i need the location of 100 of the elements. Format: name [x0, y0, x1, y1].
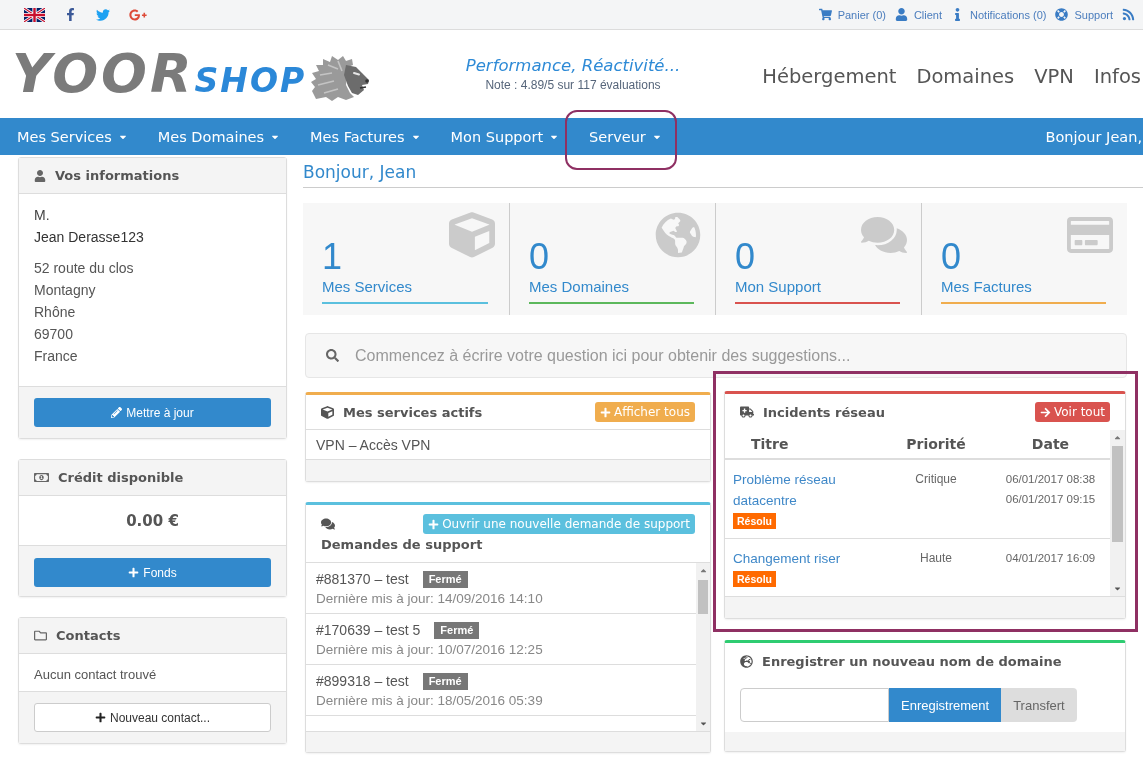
- date-text: 06/01/2017 09:15: [1005, 492, 1096, 507]
- lifebuoy-icon: [1055, 8, 1069, 21]
- banknote-icon: [34, 470, 49, 485]
- scrollbar[interactable]: [696, 563, 710, 731]
- user-icon: [34, 169, 46, 182]
- panel-title: Demandes de support: [321, 537, 483, 552]
- stat-link[interactable]: Mon Support: [735, 277, 821, 297]
- cart-icon: [818, 8, 832, 21]
- top-bar-link[interactable]: Panier (0): [818, 8, 886, 21]
- globe-icon: [740, 655, 753, 668]
- user-icon: [894, 8, 908, 21]
- ambulance-icon: [740, 405, 754, 419]
- cube-icon: [321, 405, 334, 419]
- nav-menu-item[interactable]: Mes Factures: [295, 118, 436, 155]
- rating-text: Note : 4.89/5 sur 117 évaluations: [485, 78, 661, 92]
- facebook-icon[interactable]: [64, 8, 77, 21]
- header-menu-link[interactable]: VPN: [1034, 64, 1074, 88]
- option-button[interactable]: Enregistrement: [889, 688, 1002, 722]
- scroll-up-icon[interactable]: [698, 566, 708, 575]
- service-item[interactable]: VPN – Accès VPN: [316, 436, 431, 453]
- scroll-down-icon[interactable]: [698, 719, 708, 728]
- search-input[interactable]: Commencez à écrire votre question ici pour obtenir des suggestions...: [355, 340, 1106, 371]
- search-icon: [326, 349, 339, 362]
- nav-menu-item[interactable]: Mon Support: [435, 118, 575, 155]
- empty-message: Aucun contact trouvé: [33, 666, 158, 684]
- top-bar-link[interactable]: Support: [1055, 8, 1113, 21]
- status-badge: Résolu: [733, 513, 776, 529]
- search-field[interactable]: Commencez à écrire votre question ici pour obtenir des suggestions...: [305, 333, 1127, 378]
- stat-link[interactable]: Mes Factures: [941, 277, 1032, 297]
- top-bar-link[interactable]: Client: [894, 8, 943, 21]
- stat-link[interactable]: Mes Domaines: [529, 277, 630, 297]
- domain-input[interactable]: [740, 688, 889, 722]
- add-funds-button[interactable]: Fonds: [34, 558, 271, 587]
- scrollbar-thumb[interactable]: [698, 580, 708, 614]
- status-badge: Fermé: [422, 672, 468, 690]
- panel-title: Crédit disponible: [58, 470, 184, 485]
- scroll-up-icon[interactable]: [1113, 433, 1122, 442]
- scrollbar[interactable]: [1110, 430, 1125, 596]
- nav-menu-item[interactable]: Mes Domaines: [142, 118, 296, 155]
- header-menu-link[interactable]: Hébergement: [762, 64, 897, 88]
- priority-text: Haute: [920, 550, 952, 567]
- status-badge: Fermé: [422, 570, 468, 588]
- panel-title: Contacts: [56, 628, 121, 643]
- stat-link[interactable]: Mes Services: [322, 277, 413, 297]
- view-all-button[interactable]: Voir tout: [1034, 402, 1110, 422]
- plus-icon: [599, 406, 611, 418]
- ticket-subject[interactable]: #881370 – test: [316, 569, 409, 589]
- stat-count: 0: [735, 237, 756, 277]
- credit-amount: 0.00 €: [125, 511, 180, 532]
- stat-count: 0: [941, 237, 962, 277]
- address-line: Rhône: [34, 303, 77, 322]
- client-name: Jean Derasse123: [34, 228, 145, 247]
- address-line: Montagny: [34, 281, 97, 300]
- uk-flag-icon[interactable]: [24, 7, 45, 22]
- status-badge: Résolu: [733, 571, 776, 587]
- stat-count: 1: [322, 237, 343, 277]
- plus-icon: [428, 518, 440, 530]
- page-greeting: Bonjour, Jean: [303, 161, 417, 183]
- date-text: 06/01/2017 08:38: [1005, 472, 1096, 487]
- chat-bubbles-icon: [321, 517, 335, 531]
- panel-title: Incidents réseau: [763, 404, 885, 420]
- salutation-text: M.: [34, 206, 51, 225]
- status-badge: Fermé: [434, 621, 480, 639]
- column-header: Titre: [751, 436, 789, 452]
- user-greeting[interactable]: Bonjour Jean,: [1045, 128, 1142, 145]
- twitter-icon[interactable]: [96, 7, 110, 22]
- cube-icon: [449, 212, 495, 258]
- nav-menu-item[interactable]: Mes Services: [2, 118, 143, 155]
- ticket-subject[interactable]: #170639 – test 5: [316, 620, 421, 640]
- arrow-right-icon: [1039, 406, 1051, 418]
- top-bar-link[interactable]: Notifications (0): [951, 8, 1047, 21]
- ticket-subject[interactable]: #899318 – test: [316, 671, 409, 691]
- date-text: 04/01/2017 16:09: [1005, 551, 1096, 566]
- option-button[interactable]: Transfert: [1001, 688, 1077, 722]
- incident-link[interactable]: Problème réseau datacentre: [733, 469, 881, 511]
- nav-menu-item[interactable]: Serveur: [574, 118, 677, 155]
- new-ticket-button[interactable]: Ouvrir une nouvelle demande de support: [423, 514, 695, 534]
- scroll-down-icon[interactable]: [1113, 584, 1122, 593]
- update-button[interactable]: Mettre à jour: [34, 398, 271, 427]
- tagline: Performance, Réactivité...: [465, 56, 681, 75]
- panel-title: Mes services actifs: [343, 404, 483, 420]
- lion-head-icon: [310, 55, 371, 101]
- plus-icon: [94, 712, 106, 723]
- address-line: France: [34, 347, 79, 366]
- globe-icon: [655, 212, 701, 258]
- pencil-icon: [111, 407, 123, 418]
- panel-title: Enregistrer un nouveau nom de domaine: [762, 654, 1062, 669]
- header-menu-link[interactable]: Domaines: [916, 64, 1015, 88]
- incident-link[interactable]: Changement riser: [733, 548, 841, 569]
- rss-icon[interactable]: [1122, 8, 1135, 21]
- header-menu-link[interactable]: Infos: [1093, 64, 1141, 88]
- address-line: 69700: [34, 325, 74, 344]
- priority-text: Critique: [915, 471, 957, 488]
- new-contact-button[interactable]: Nouveau contact...: [34, 703, 271, 732]
- column-header: Priorité: [906, 436, 966, 452]
- panel-title: Vos informations: [55, 168, 180, 183]
- brand-logo[interactable]: YOOR SHOP: [12, 47, 307, 101]
- ticket-updated: Dernière mis à jour: 10/07/2016 12:25: [316, 641, 543, 659]
- scrollbar-thumb[interactable]: [1112, 446, 1123, 542]
- ticket-updated: Dernière mis à jour: 14/09/2016 14:10: [316, 590, 543, 608]
